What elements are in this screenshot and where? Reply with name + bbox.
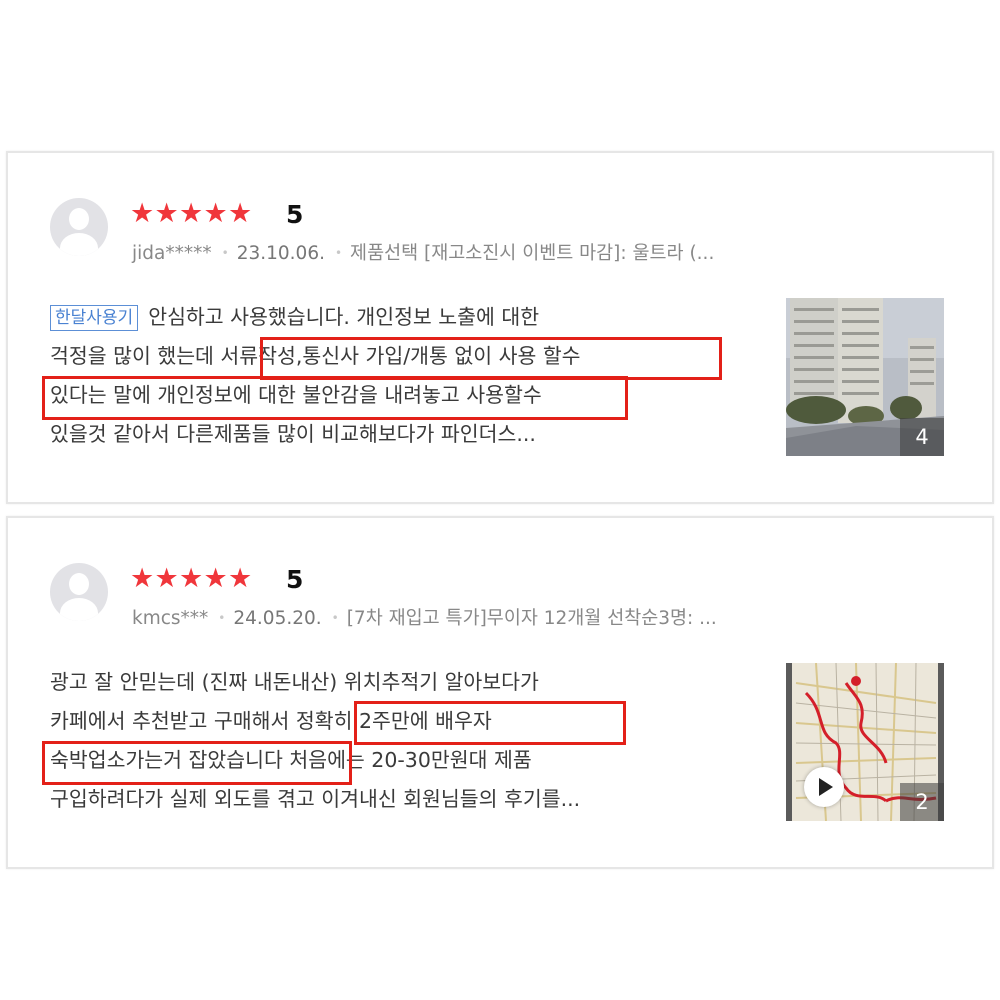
review-line: 구입하려다가 실제 외도를 겪고 이겨내신 회원님들의 후기를... [50, 787, 581, 811]
review-tag: 한달사용기 [50, 305, 139, 331]
review-date: 23.10.06. [236, 243, 325, 264]
product-option: 제품선택 [재고소진시 이벤트 마감]: 울트라 (... [350, 243, 715, 264]
review-line: 있을것 같아서 다른제품들 많이 비교해보다가 파인더스... [50, 422, 536, 446]
play-icon[interactable] [804, 767, 844, 807]
reviewer-id: kmcs*** [132, 608, 209, 629]
user-avatar-icon [50, 198, 108, 256]
review-meta: jida***** • 23.10.06. • 제품선택 [재고소진시 이벤트 마감]:… [132, 243, 715, 264]
review-line: 광고 잘 안믿는데 (진짜 내돈내산) 위치추적기 알아보다가 [50, 670, 539, 694]
star-icon: ★ [228, 563, 253, 594]
user-avatar-icon [50, 563, 108, 621]
review-line: 안심하고 사용했습니다. 개인정보 노출에 대한 [148, 305, 540, 329]
rating-score: 5 [286, 565, 304, 594]
rating-score: 5 [286, 200, 304, 229]
highlight-box [42, 741, 352, 785]
reviewer-id: jida***** [132, 243, 212, 264]
star-icon: ★ [130, 198, 155, 229]
highlight-box [260, 337, 722, 380]
star-icon: ★ [203, 563, 228, 594]
star-icon: ★ [179, 198, 204, 229]
photo-count: 4 [900, 418, 944, 456]
star-icon: ★ [228, 198, 253, 229]
highlight-box [354, 701, 626, 745]
highlight-box [42, 376, 628, 420]
product-option: [7차 재입고 특가]무이자 12개월 선착순3명: ... [346, 608, 717, 629]
star-rating: ★★★★★ [130, 564, 253, 594]
star-icon: ★ [154, 198, 179, 229]
star-rating: ★★★★★ [130, 199, 253, 229]
star-icon: ★ [130, 563, 155, 594]
review-date: 24.05.20. [233, 608, 322, 629]
review-meta: kmcs*** • 24.05.20. • [7차 재입고 특가]무이자 12개월 선착… [132, 608, 717, 629]
star-icon: ★ [203, 198, 228, 229]
review-video[interactable]: 2 [786, 663, 944, 821]
star-icon: ★ [179, 563, 204, 594]
star-icon: ★ [154, 563, 179, 594]
photo-count: 2 [900, 783, 944, 821]
review-photo[interactable]: 4 [786, 298, 944, 456]
